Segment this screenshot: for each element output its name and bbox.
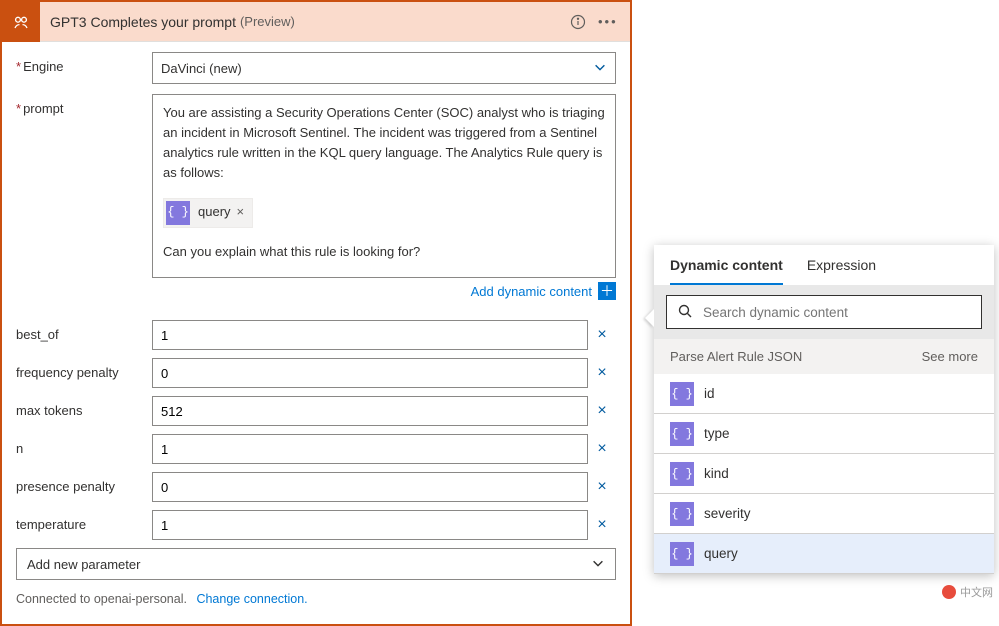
dynamic-item-kind[interactable]: { } kind: [654, 454, 994, 494]
dynamic-item-label: id: [704, 386, 715, 401]
card-preview-label: (Preview): [240, 14, 295, 29]
clear-icon[interactable]: ×: [588, 516, 616, 534]
param-input-temperature[interactable]: [152, 510, 588, 540]
braces-icon: { }: [670, 382, 694, 406]
connection-status: Connected to openai-personal. Change con…: [16, 590, 616, 616]
param-input-presence-penalty[interactable]: [152, 472, 588, 502]
prompt-text-1: You are assisting a Security Operations …: [163, 103, 605, 184]
param-label: n: [16, 434, 152, 456]
add-dynamic-content-link[interactable]: Add dynamic content: [471, 284, 592, 299]
prompt-textarea[interactable]: You are assisting a Security Operations …: [152, 94, 616, 278]
chevron-down-icon: [593, 60, 607, 77]
param-label: max tokens: [16, 396, 152, 418]
dynamic-item-label: severity: [704, 506, 751, 521]
add-new-parameter-select[interactable]: Add new parameter: [16, 548, 616, 580]
braces-icon: { }: [670, 502, 694, 526]
clear-icon[interactable]: ×: [588, 402, 616, 420]
braces-icon: { }: [670, 422, 694, 446]
remove-token-icon[interactable]: ×: [237, 202, 245, 222]
param-label: best_of: [16, 320, 152, 342]
dynamic-item-label: type: [704, 426, 730, 441]
openai-icon: [2, 2, 40, 42]
chevron-down-icon: [591, 556, 605, 573]
change-connection-link[interactable]: Change connection.: [196, 592, 307, 606]
braces-icon: { }: [670, 542, 694, 566]
tab-expression[interactable]: Expression: [807, 257, 876, 285]
watermark-text: 中文网: [960, 584, 993, 600]
clear-icon[interactable]: ×: [588, 440, 616, 458]
add-new-parameter-label: Add new parameter: [27, 557, 140, 572]
info-icon[interactable]: [564, 14, 592, 30]
search-input[interactable]: [703, 305, 971, 320]
php-logo-icon: [942, 585, 956, 599]
card-title: GPT3 Completes your prompt: [50, 14, 236, 30]
dynamic-content-panel: Dynamic content Expression Parse Alert R…: [654, 245, 994, 574]
param-label: frequency penalty: [16, 358, 152, 380]
engine-value: DaVinci (new): [161, 61, 242, 76]
dynamic-item-id[interactable]: { } id: [654, 374, 994, 414]
param-label: temperature: [16, 510, 152, 532]
dynamic-item-query[interactable]: { } query: [654, 534, 994, 574]
card-header[interactable]: GPT3 Completes your prompt (Preview) •••: [2, 2, 630, 42]
param-label: presence penalty: [16, 472, 152, 494]
search-box[interactable]: [666, 295, 982, 329]
prompt-text-2: Can you explain what this rule is lookin…: [163, 242, 605, 262]
dynamic-item-label: query: [704, 546, 738, 561]
braces-icon: { }: [166, 201, 190, 225]
clear-icon[interactable]: ×: [588, 326, 616, 344]
group-title: Parse Alert Rule JSON: [670, 349, 802, 364]
param-input-max-tokens[interactable]: [152, 396, 588, 426]
dynamic-item-severity[interactable]: { } severity: [654, 494, 994, 534]
dynamic-item-label: kind: [704, 466, 729, 481]
engine-select[interactable]: DaVinci (new): [152, 52, 616, 84]
engine-label: Engine: [16, 52, 152, 74]
add-dynamic-content-button[interactable]: ＋: [598, 282, 616, 300]
watermark: 中文网: [942, 584, 993, 600]
prompt-token-query[interactable]: { } query ×: [163, 198, 253, 228]
prompt-token-label: query: [198, 202, 231, 222]
clear-icon[interactable]: ×: [588, 364, 616, 382]
search-icon: [677, 303, 693, 322]
see-more-link[interactable]: See more: [922, 349, 978, 364]
connection-text: Connected to openai-personal.: [16, 592, 187, 606]
dynamic-item-type[interactable]: { } type: [654, 414, 994, 454]
clear-icon[interactable]: ×: [588, 478, 616, 496]
param-input-frequency-penalty[interactable]: [152, 358, 588, 388]
param-input-best_of[interactable]: [152, 320, 588, 350]
action-card: GPT3 Completes your prompt (Preview) •••…: [0, 0, 632, 626]
param-input-n[interactable]: [152, 434, 588, 464]
tab-dynamic-content[interactable]: Dynamic content: [670, 257, 783, 285]
more-icon[interactable]: •••: [592, 14, 620, 30]
prompt-label: prompt: [16, 94, 152, 116]
braces-icon: { }: [670, 462, 694, 486]
